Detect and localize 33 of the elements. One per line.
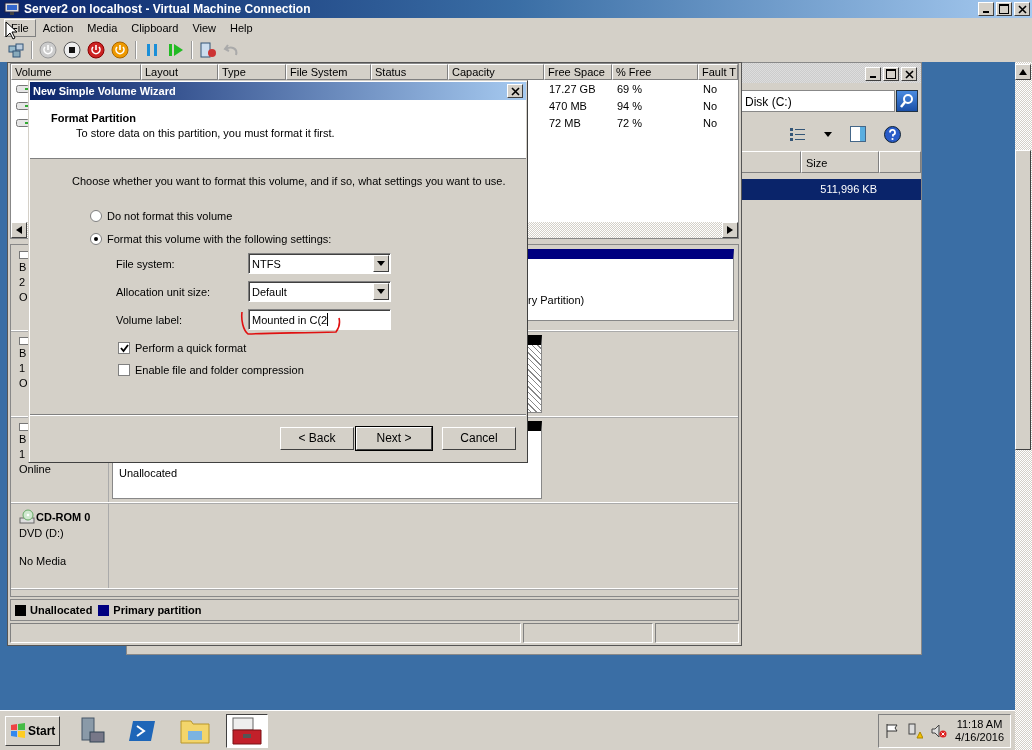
table-cell-text: No bbox=[702, 82, 719, 95]
disk-status: No Media bbox=[19, 554, 68, 568]
disk-label: DVD (D:) bbox=[19, 526, 65, 540]
field-label: Allocation unit size: bbox=[116, 285, 212, 298]
disk-label: O bbox=[19, 290, 29, 304]
table-cell-text: No bbox=[702, 116, 719, 129]
page-heading: Format Partition bbox=[51, 112, 137, 124]
table-cell-text: 72 % bbox=[616, 116, 644, 129]
disk-label: B bbox=[19, 432, 28, 446]
table-cell-text: 72 MB bbox=[548, 116, 582, 129]
window-title: Server2 on localhost - Virtual Machine Connection bbox=[24, 2, 312, 16]
disk-label: O bbox=[19, 376, 29, 390]
dialog-title: New Simple Volume Wizard bbox=[33, 85, 176, 97]
table-cell-text: 470 MB bbox=[548, 99, 588, 112]
disk-label: 1 bbox=[19, 447, 27, 461]
table-cell-text: 69 % bbox=[616, 82, 644, 95]
table-cell-text: 94 % bbox=[616, 99, 644, 112]
disk-label: 2 bbox=[19, 275, 27, 289]
legend-label: Primary partition bbox=[113, 604, 202, 616]
partition-label: ry Partition) bbox=[528, 294, 585, 306]
disk-label: Online bbox=[19, 462, 52, 476]
instruction-text: Choose whether you want to format this volume, and if so, what settings you want to use. bbox=[72, 175, 507, 187]
field-label: Volume label: bbox=[116, 313, 184, 326]
table-cell-text: No bbox=[702, 99, 719, 112]
page-subheading: To store data on this partition, you must format it first. bbox=[75, 127, 336, 139]
disk-label: B bbox=[19, 346, 28, 360]
disk-label: B bbox=[19, 260, 28, 274]
disk-name: CD-ROM 0 bbox=[36, 511, 91, 523]
legend-label: Unallocated bbox=[30, 604, 93, 616]
disk-label: 1 bbox=[19, 361, 27, 375]
partition-label: Unallocated bbox=[119, 467, 178, 479]
field-label: File system: bbox=[116, 257, 176, 270]
table-cell-text: 17.27 GB bbox=[548, 82, 597, 95]
